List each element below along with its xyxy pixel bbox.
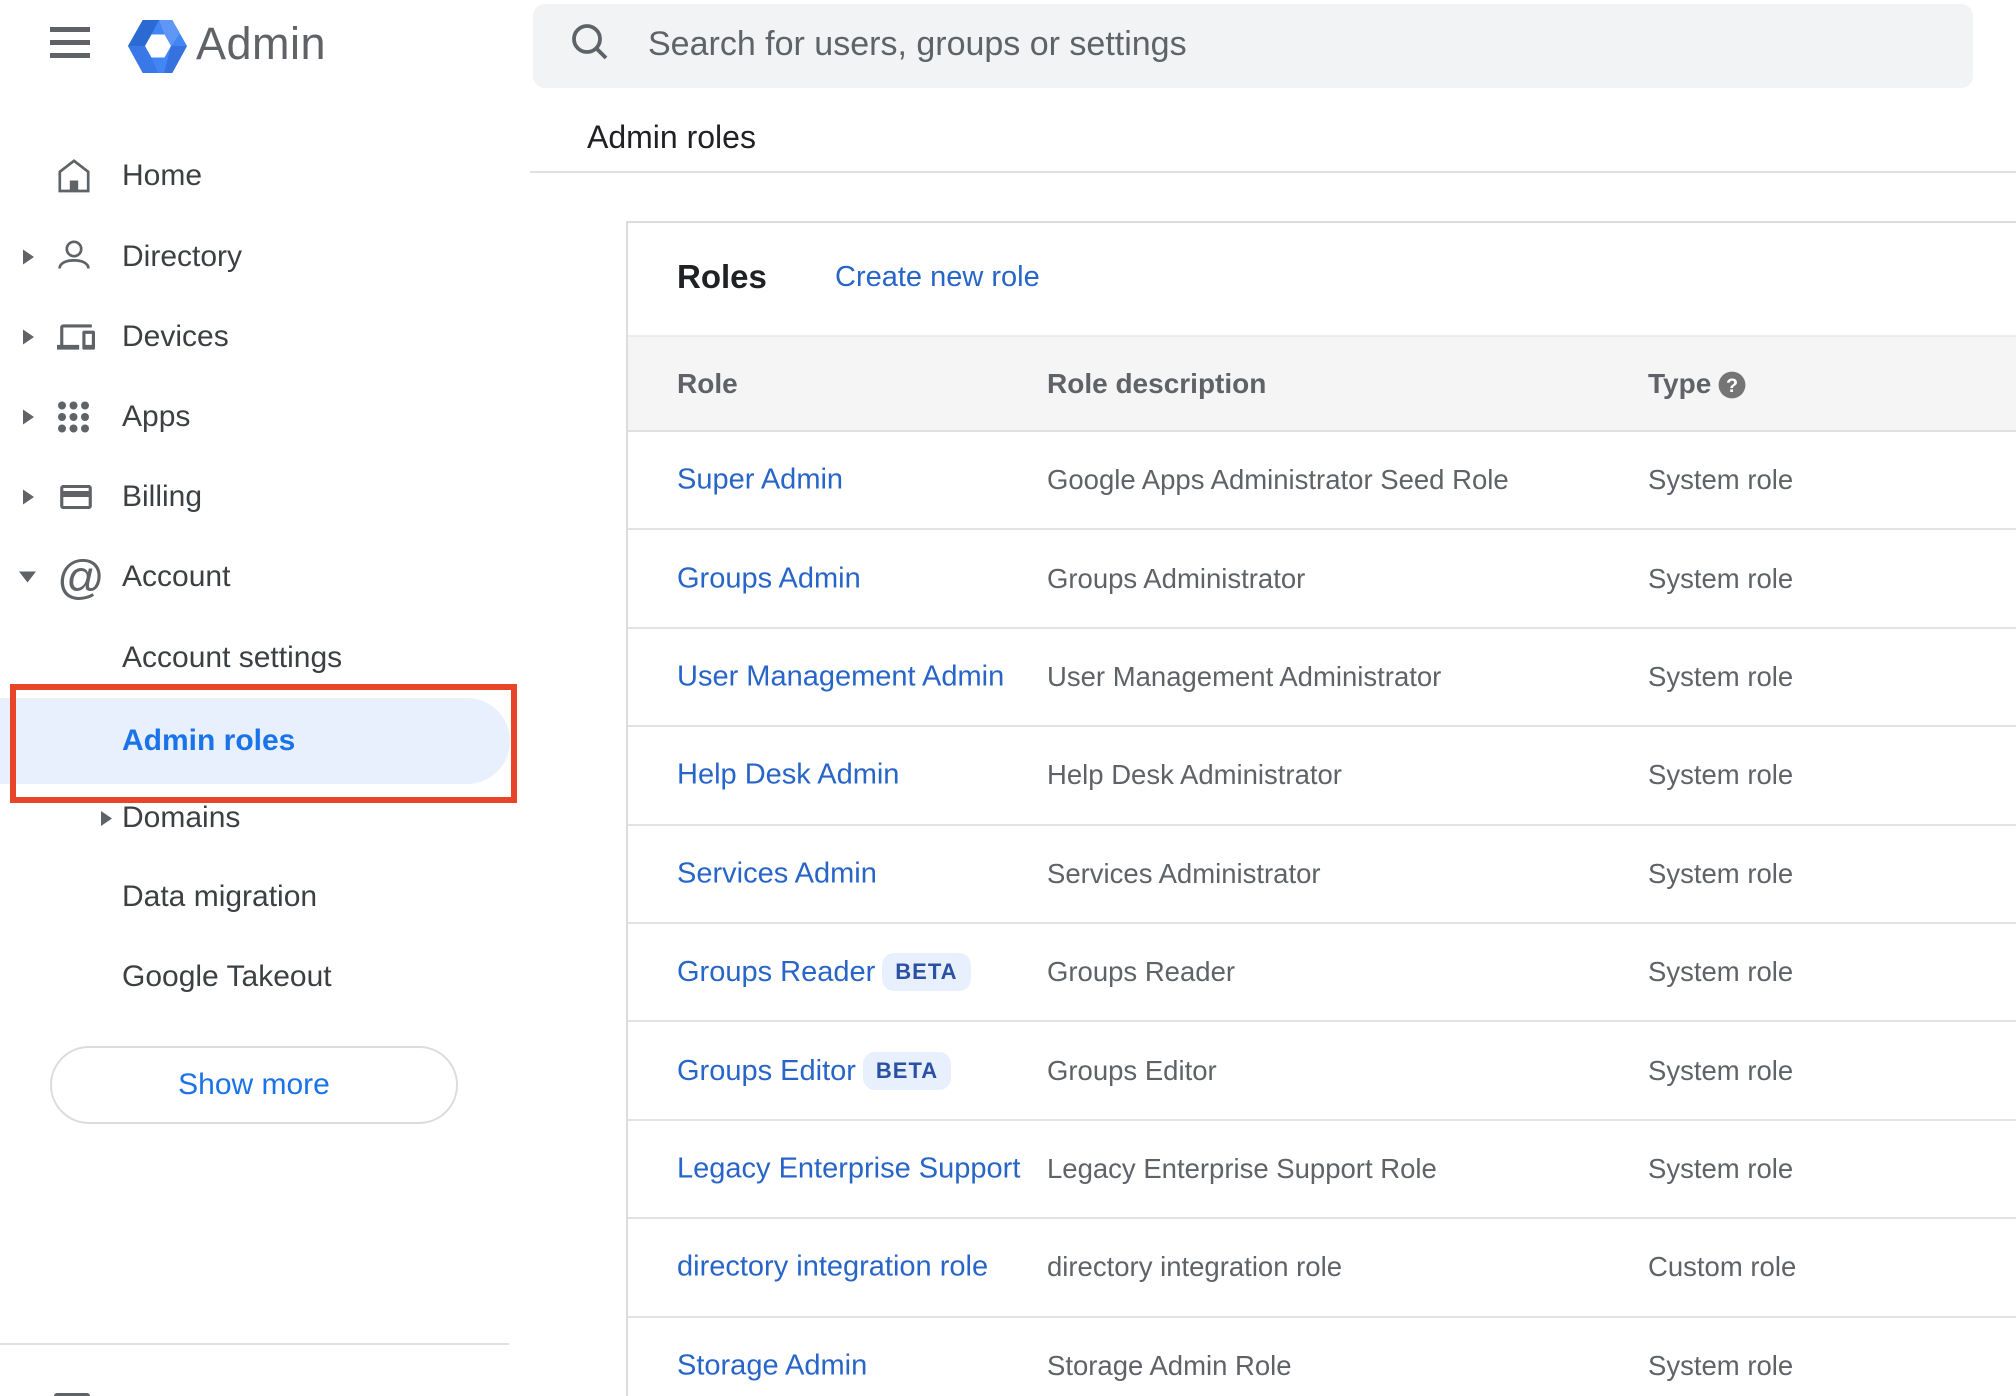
svg-text:?: ? xyxy=(1726,375,1738,397)
